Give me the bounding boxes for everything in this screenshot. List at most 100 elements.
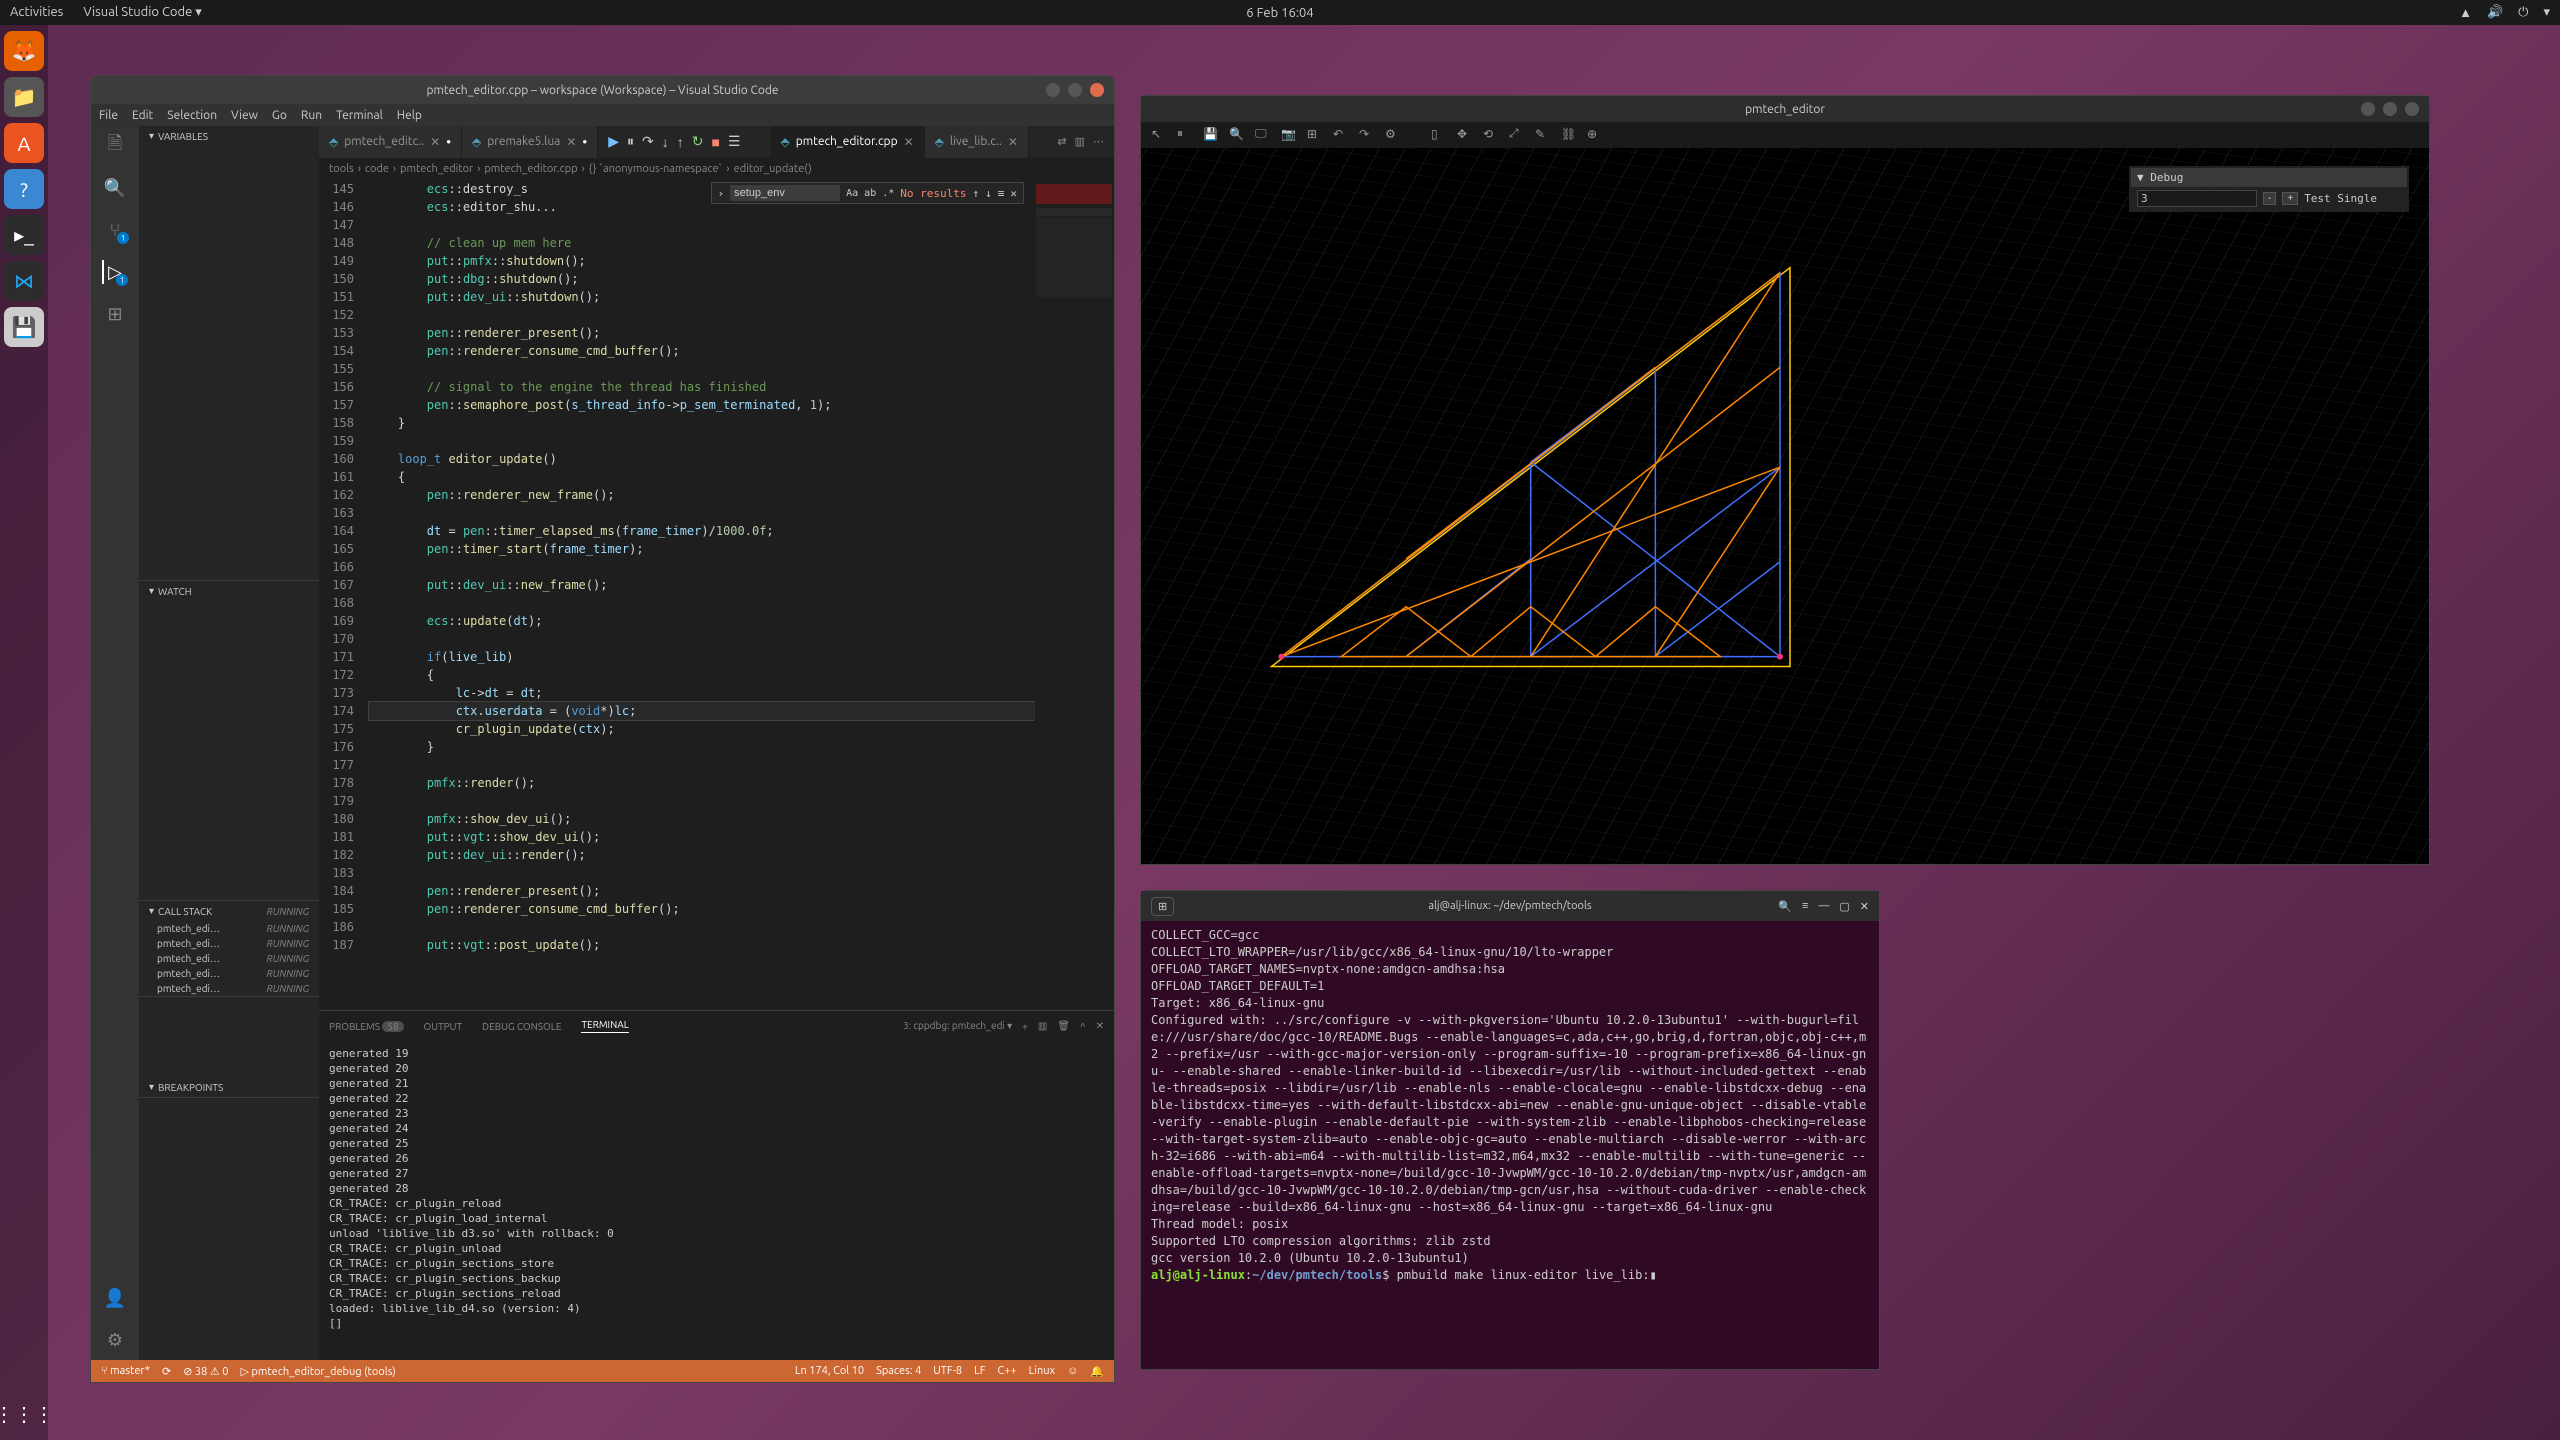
split-editor-icon[interactable]: ▥ <box>1075 135 1085 148</box>
tab[interactable]: ⬘ live_lib.c.. ✕ <box>925 126 1029 158</box>
more-actions-icon[interactable]: ⋯ <box>1093 135 1104 148</box>
stop-button[interactable]: ■ <box>712 134 720 150</box>
new-terminal-icon[interactable]: + <box>1022 1021 1028 1032</box>
tool-edit-icon[interactable]: ✎ <box>1535 127 1551 143</box>
menu-edit[interactable]: Edit <box>132 109 153 122</box>
debug-target[interactable]: ▷ pmtech_editor_debug (tools) <box>240 1365 395 1378</box>
tool-grid-icon[interactable]: ⊞ <box>1307 127 1323 143</box>
debug-minus-button[interactable]: - <box>2263 192 2276 205</box>
tool-camera-icon[interactable]: 📷 <box>1281 127 1297 143</box>
panel-tab-output[interactable]: OUTPUT <box>424 1021 463 1032</box>
eol-status[interactable]: LF <box>974 1365 985 1377</box>
viewport[interactable]: ▼ Debug - + Test Single <box>1141 148 2429 864</box>
watch-header[interactable]: ▾ WATCH <box>139 581 319 601</box>
tool-target-icon[interactable]: ⊕ <box>1587 127 1603 143</box>
thread-item[interactable]: pmtech_edi…RUNNING <box>139 951 319 966</box>
show-apps-icon[interactable]: ⋮⋮⋮ <box>4 1394 44 1434</box>
find-close-icon[interactable]: ✕ <box>1010 187 1017 200</box>
menu-help[interactable]: Help <box>397 109 422 122</box>
breakpoints-header[interactable]: ▾ BREAKPOINTS <box>139 1077 319 1097</box>
os-status[interactable]: Linux <box>1029 1365 1055 1377</box>
tool-select-icon[interactable]: ▯ <box>1431 127 1447 143</box>
tool-scale-icon[interactable]: ⤢ <box>1509 127 1525 143</box>
panel-tab-terminal[interactable]: TERMINAL <box>581 1019 628 1033</box>
branch-status[interactable]: ⑂ master* <box>101 1365 150 1377</box>
variables-header[interactable]: ▾ VARIABLES <box>139 126 319 146</box>
activities-button[interactable]: Activities <box>10 5 63 20</box>
thread-item[interactable]: pmtech_edi…RUNNING <box>139 936 319 951</box>
tool-search-icon[interactable]: 🔍 <box>1229 127 1245 143</box>
menu-go[interactable]: Go <box>272 109 287 122</box>
tab[interactable]: ⬘ pmtech_editor.cpp ✕ <box>771 126 925 158</box>
pause-button[interactable]: ⏸ <box>627 133 634 150</box>
search-icon[interactable]: 🔍 <box>103 176 127 200</box>
menu-run[interactable]: Run <box>301 109 322 122</box>
extensions-icon[interactable]: ⊞ <box>103 302 127 326</box>
firefox-icon[interactable]: 🦊 <box>4 31 44 71</box>
menu-view[interactable]: View <box>231 109 258 122</box>
debug-console-icon[interactable]: ☰ <box>728 133 741 150</box>
menu-selection[interactable]: Selection <box>167 109 217 122</box>
debug-value-input[interactable] <box>2137 190 2257 207</box>
term-maximize[interactable]: ▢ <box>1839 900 1849 913</box>
pmtech-close[interactable] <box>2405 102 2419 116</box>
pmtech-maximize[interactable] <box>2383 102 2397 116</box>
minimap[interactable] <box>1034 180 1114 1010</box>
scm-icon[interactable]: ⑂1 <box>103 218 127 242</box>
split-terminal-icon[interactable]: ▥ <box>1038 1020 1047 1032</box>
settings-gear-icon[interactable]: ⚙ <box>103 1328 127 1352</box>
cursor-position[interactable]: Ln 174, Col 10 <box>795 1365 864 1377</box>
panel-tab-debug-console[interactable]: DEBUG CONSOLE <box>482 1021 561 1032</box>
volume-icon[interactable]: 🔊 <box>2487 5 2503 20</box>
kill-terminal-icon[interactable]: 🗑 <box>1057 1020 1070 1032</box>
terminal-select[interactable]: 3: cppdbg: pmtech_edi ▾ <box>903 1020 1012 1032</box>
language-status[interactable]: C++ <box>998 1365 1017 1377</box>
panel-tab-problems[interactable]: PROBLEMS 58 <box>329 1021 404 1032</box>
find-expand-icon[interactable]: › <box>718 187 725 200</box>
tool-cursor-icon[interactable]: ↖ <box>1151 127 1167 143</box>
network-icon[interactable]: ▲ <box>2459 5 2472 20</box>
vscode-dock-icon[interactable]: ⋈ <box>4 261 44 301</box>
menu-file[interactable]: File <box>99 109 118 122</box>
clock[interactable]: 6 Feb 16:04 <box>1246 6 1313 20</box>
software-icon[interactable]: A <box>4 123 44 163</box>
callstack-header[interactable]: ▾ CALL STACK RUNNING <box>139 901 319 921</box>
code-editor[interactable]: › Aaab.* No results ↑ ↓ ≡ ✕ 145 146 147 … <box>319 180 1114 1010</box>
power-icon[interactable]: ⏻ <box>2518 5 2528 20</box>
close-button[interactable] <box>1090 83 1104 97</box>
debug-panel-header[interactable]: ▼ Debug <box>2131 168 2407 187</box>
tool-pause-icon[interactable]: ⏸ <box>1177 127 1193 143</box>
tool-link-icon[interactable]: ⛓ <box>1561 127 1577 143</box>
thread-item[interactable]: pmtech_edi…RUNNING <box>139 981 319 996</box>
minimize-button[interactable] <box>1046 83 1060 97</box>
term-minimize[interactable]: — <box>1818 900 1829 913</box>
new-tab-icon[interactable]: ⊞ <box>1151 897 1174 916</box>
account-icon[interactable]: 👤 <box>103 1286 127 1310</box>
encoding-status[interactable]: UTF-8 <box>933 1365 962 1377</box>
step-into-button[interactable]: ↓ <box>662 134 669 150</box>
term-close[interactable]: ✕ <box>1860 900 1869 913</box>
problems-status[interactable]: ⊘ 38 ⚠ 0 <box>183 1365 228 1378</box>
compare-changes-icon[interactable]: ⇄ <box>1057 135 1066 148</box>
terminal-dock-icon[interactable]: ▸_ <box>4 215 44 255</box>
find-input[interactable] <box>730 185 840 201</box>
terminal-titlebar[interactable]: ⊞ alj@alj-linux: ~/dev/pmtech/tools 🔍 ≡ … <box>1141 891 1879 921</box>
menu-terminal[interactable]: Terminal <box>336 109 383 122</box>
help-icon[interactable]: ? <box>4 169 44 209</box>
close-panel-icon[interactable]: ✕ <box>1096 1020 1104 1032</box>
maximize-button[interactable] <box>1068 83 1082 97</box>
maximize-panel-icon[interactable]: ^ <box>1080 1021 1086 1032</box>
find-prev-icon[interactable]: ↑ <box>973 187 980 200</box>
user-menu-icon[interactable]: ▾ <box>2543 5 2550 20</box>
tool-redo-icon[interactable]: ↷ <box>1359 127 1375 143</box>
app-menu[interactable]: Visual Studio Code ▾ <box>83 5 202 20</box>
tool-rotate-icon[interactable]: ⟲ <box>1483 127 1499 143</box>
breadcrumb[interactable]: tools › code › pmtech_editor › pmtech_ed… <box>319 158 1114 180</box>
terminal-output[interactable]: generated 19 generated 20 generated 21 g… <box>319 1041 1114 1360</box>
tool-gear-icon[interactable]: ⚙ <box>1385 127 1401 143</box>
indent-status[interactable]: Spaces: 4 <box>876 1365 921 1377</box>
restart-button[interactable]: ↻ <box>692 133 704 150</box>
step-out-button[interactable]: ↑ <box>677 134 684 150</box>
sync-icon[interactable]: ⟳ <box>162 1365 171 1378</box>
vscode-titlebar[interactable]: pmtech_editor.cpp – workspace (Workspace… <box>91 76 1114 104</box>
